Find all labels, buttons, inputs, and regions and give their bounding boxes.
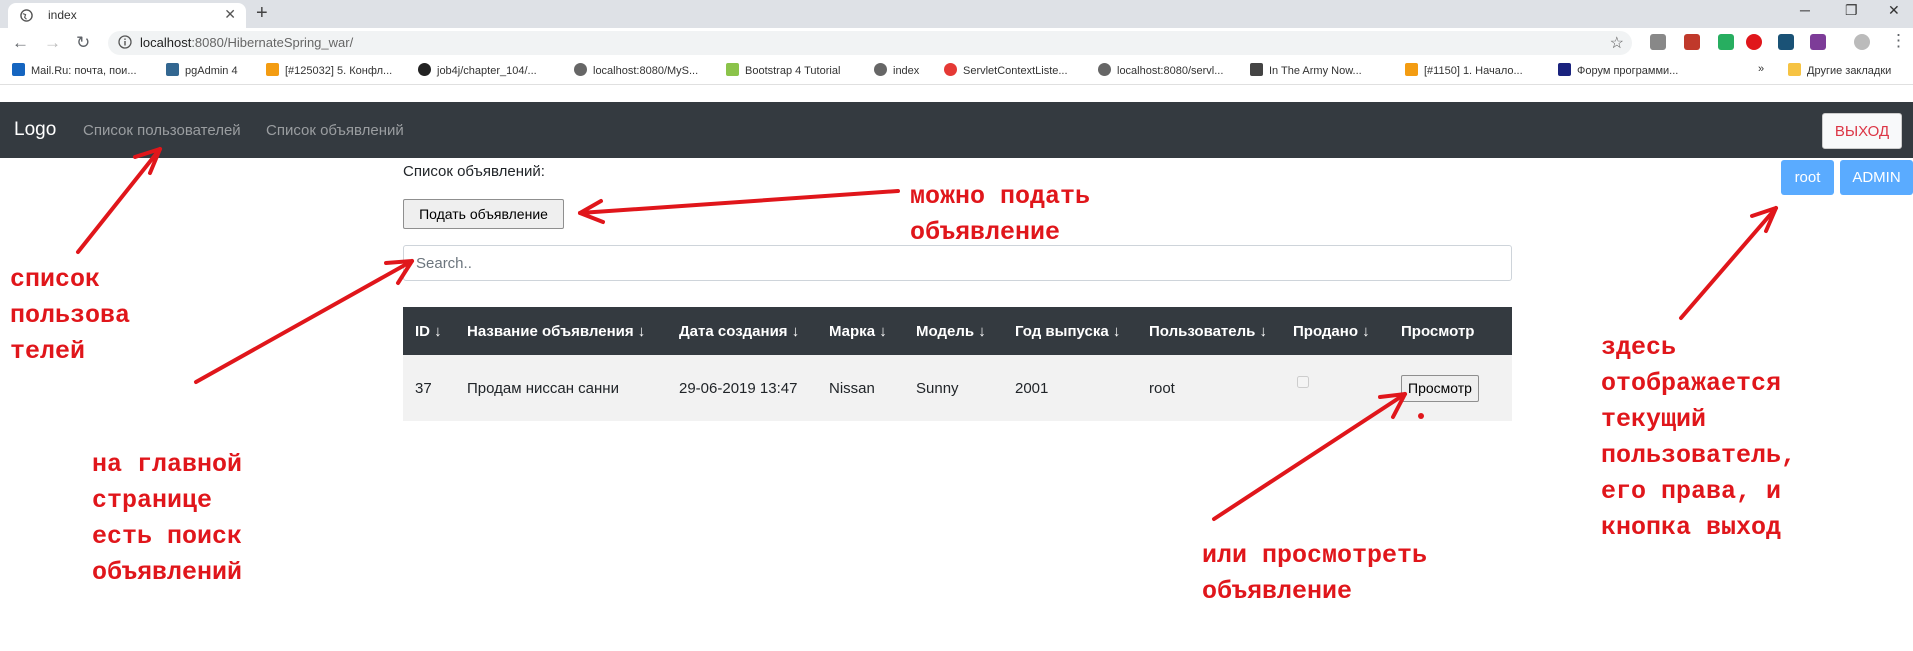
tab-title: index [48,8,77,22]
globe-icon [20,9,33,22]
annotation-view: или просмотреть объявление [1202,541,1428,606]
column-header-view: Просмотр [1389,307,1512,355]
ads-table: ID ↓ Название объявления ↓ Дата создания… [403,307,1512,421]
forward-icon[interactable]: → [44,33,61,53]
column-header-user[interactable]: Пользователь ↓ [1137,307,1281,355]
bookmark-item[interactable]: job4j/chapter_104/... [418,63,537,77]
restore-icon[interactable]: ❐ [1845,2,1858,19]
bookmark-item[interactable]: [#1150] 1. Начало... [1405,63,1523,77]
extension-icon[interactable] [1778,34,1794,50]
bookmark-item[interactable]: Mail.Ru: почта, пои... [12,63,137,77]
pdf-extension-icon[interactable] [1684,34,1700,50]
user-role-button[interactable]: ADMIN [1840,160,1913,195]
cell-model: Sunny [904,355,1003,421]
sold-checkbox[interactable] [1297,375,1309,388]
annotation-users-list: список пользова телей [10,265,131,366]
table-row: 37 Продам ниссан санни 29-06-2019 13:47 … [403,355,1512,421]
column-header-id[interactable]: ID ↓ [403,307,455,355]
cell-id: 37 [403,355,455,421]
bookmark-favicon-icon [944,63,957,76]
document-icon [1405,63,1418,76]
play-icon [1250,63,1263,76]
bookmark-star-icon[interactable]: ☆ [1610,33,1624,53]
arrowhead-icon [1750,206,1778,233]
current-user-button[interactable]: root [1781,160,1834,195]
extension-icon[interactable] [1810,34,1826,50]
cell-sold [1281,355,1389,421]
bookmark-item[interactable]: index [874,63,919,77]
table-header-row: ID ↓ Название объявления ↓ Дата создания… [403,307,1512,355]
url-host: localhost [140,35,192,50]
view-ad-button[interactable]: Просмотр [1401,374,1479,402]
column-header-model[interactable]: Модель ↓ [904,307,1003,355]
column-header-created[interactable]: Дата создания ↓ [667,307,817,355]
annotation-current-user: здесь отображается текущий пользователь,… [1601,333,1797,542]
back-icon[interactable]: ← [12,33,29,53]
arrow-to-search [194,259,414,384]
arrow-to-current-user [1679,206,1778,320]
cell-name: Продам ниссан санни [455,355,667,421]
column-header-year[interactable]: Год выпуска ↓ [1003,307,1137,355]
brand-logo[interactable]: Logo [14,119,56,141]
cell-created: 29-06-2019 13:47 [667,355,817,421]
bookmark-item[interactable]: In The Army Now... [1250,63,1362,77]
extension-icon[interactable] [1718,34,1734,50]
mail-icon [12,63,25,76]
globe-icon [874,63,887,76]
arrow-to-submit [578,189,900,215]
new-tab-icon[interactable]: + [256,2,268,25]
page-title: Список объявлений: [403,163,545,180]
bookmark-item[interactable]: ServletContextListe... [944,63,1068,77]
arrow-to-users-link [76,147,162,254]
cell-user: root [1137,355,1281,421]
profile-avatar-icon[interactable] [1854,34,1870,50]
column-header-sold[interactable]: Продано ↓ [1281,307,1389,355]
bookmark-item[interactable]: [#125032] 5. Конфл... [266,63,392,77]
annotation-search: на главной странице есть поиск объявлени… [92,450,243,587]
annotation-submit: можно подать объявление [910,182,1091,247]
nav-link-ads[interactable]: Список объявлений [266,122,404,139]
globe-icon [1098,63,1111,76]
cell-brand: Nissan [817,355,904,421]
cell-year: 2001 [1003,355,1137,421]
url-path: :8080/HibernateSpring_war/ [191,35,354,50]
document-icon [266,63,279,76]
close-window-icon[interactable]: ✕ [1888,2,1900,19]
reload-icon[interactable]: ↻ [76,33,90,53]
folder-icon [1788,63,1801,76]
drive-extension-icon[interactable] [1650,34,1666,50]
cell-view: Просмотр [1389,355,1512,421]
forum-icon [1558,63,1571,76]
arrowhead-icon [578,199,605,224]
column-header-brand[interactable]: Марка ↓ [817,307,904,355]
logout-button[interactable]: ВЫХОД [1822,113,1902,149]
minimize-icon[interactable]: ─ [1800,2,1810,18]
info-icon[interactable] [118,35,132,49]
submit-ad-button[interactable]: Подать объявление [403,199,564,229]
browser-tab-strip: index ✕ + ─ ❐ ✕ [0,0,1913,28]
bookmark-item[interactable]: Bootstrap 4 Tutorial [726,63,840,77]
address-bar: ← → ↻ localhost:8080/HibernateSpring_war… [0,28,1913,58]
app-navbar: Logo Список пользователей Список объявле… [0,102,1913,158]
column-header-name[interactable]: Название объявления ↓ [455,307,667,355]
bookmark-item[interactable]: localhost:8080/servl... [1098,63,1223,77]
bookmarks-bar: Mail.Ru: почта, пои... pgAdmin 4 [#12503… [0,58,1913,85]
bookmarks-overflow-icon[interactable]: » [1758,63,1764,75]
nav-link-users[interactable]: Список пользователей [83,122,241,139]
menu-kebab-icon[interactable]: ⋮ [1890,31,1907,51]
github-icon [418,63,431,76]
close-tab-icon[interactable]: ✕ [224,6,236,23]
bookmark-item[interactable]: Форум программи... [1558,63,1678,77]
bookmark-item[interactable]: localhost:8080/MyS... [574,63,698,77]
elephant-icon [166,63,179,76]
browser-tab[interactable]: index ✕ [8,3,246,28]
bookmark-item[interactable]: pgAdmin 4 [166,63,238,77]
bookmark-folder[interactable]: Другие закладки [1788,63,1891,77]
omnibox[interactable]: localhost:8080/HibernateSpring_war/ ☆ [108,31,1632,55]
globe-icon [574,63,587,76]
w3-icon [726,63,739,76]
music-extension-icon[interactable] [1746,34,1762,50]
